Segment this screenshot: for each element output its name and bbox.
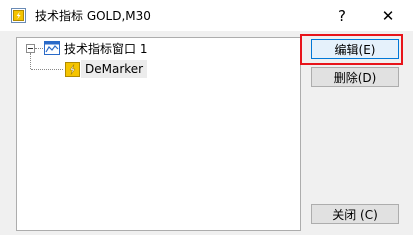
edit-button[interactable]: 编辑(E): [311, 39, 399, 59]
tree-connector: [31, 69, 63, 70]
indicator-tree[interactable]: 技术指标窗口 1 DeMarker: [16, 37, 301, 231]
collapse-icon[interactable]: [26, 44, 35, 53]
tree-item-indicator-window[interactable]: 技术指标窗口 1: [64, 41, 147, 57]
tree-item-demarker[interactable]: DeMarker: [81, 60, 148, 78]
close-window-button[interactable]: ✕: [366, 0, 410, 31]
indicator-icon: [65, 62, 80, 77]
close-button[interactable]: 关闭 (C): [311, 204, 399, 224]
indicator-icon: [11, 8, 26, 23]
window-title: 技术指标 GOLD,M30: [35, 9, 151, 23]
tree-connector: [35, 48, 43, 49]
delete-button[interactable]: 删除(D): [311, 67, 399, 87]
indicators-dialog: 技术指标 GOLD,M30 ? ✕ 技术指标窗口 1 DeMarker 编辑(E…: [0, 0, 413, 235]
title-bar: 技术指标 GOLD,M30 ? ✕: [0, 0, 413, 31]
chart-window-icon: [44, 41, 60, 55]
help-button[interactable]: ?: [320, 0, 364, 31]
tree-connector: [30, 53, 31, 69]
